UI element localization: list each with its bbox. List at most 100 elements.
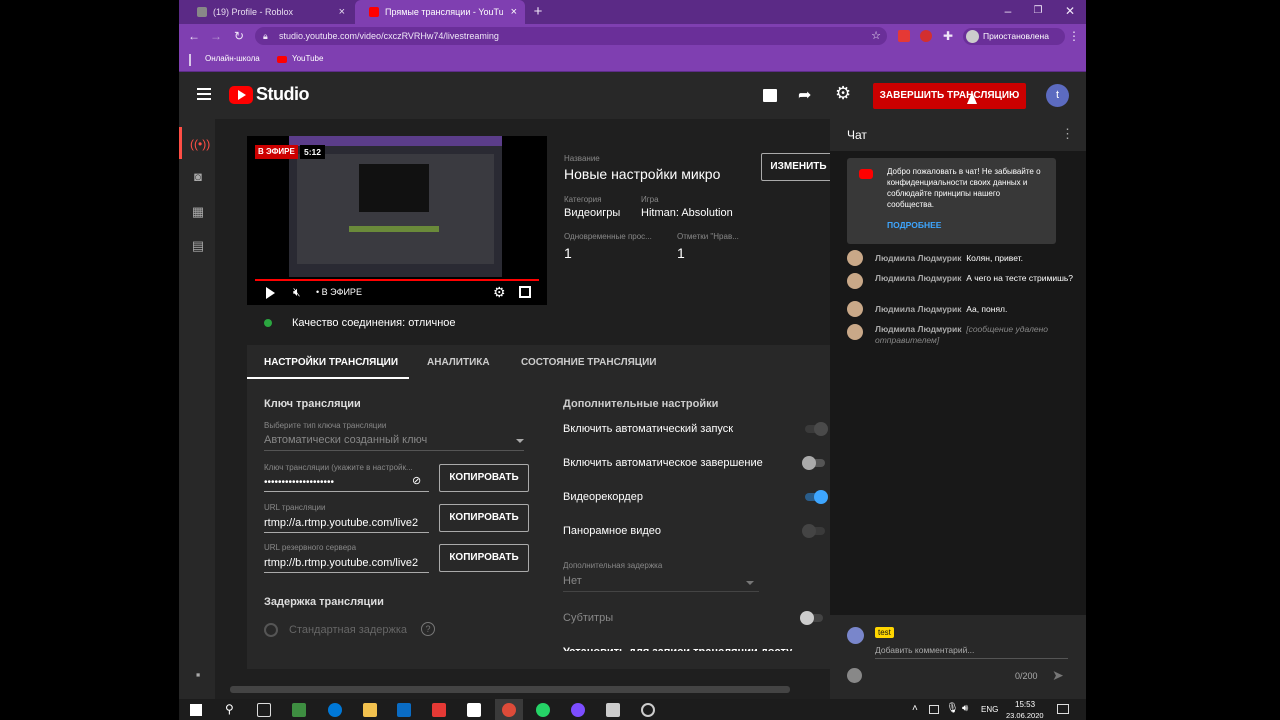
mail-icon[interactable] — [397, 703, 411, 717]
browser-window: (19) Profile - Roblox × Прямые трансляци… — [179, 0, 1086, 699]
edge-icon[interactable] — [328, 703, 342, 717]
emoji-icon[interactable] — [847, 668, 862, 683]
tab-stream-health[interactable]: СОСТОЯНИЕ ТРАНСЛЯЦИИ — [521, 357, 656, 368]
gear-icon[interactable]: ⚙ — [835, 83, 851, 104]
network-icon[interactable] — [929, 705, 939, 714]
tab-roblox[interactable]: (19) Profile - Roblox × — [183, 0, 353, 24]
chrome-icon[interactable] — [502, 703, 516, 717]
notepad-icon[interactable] — [467, 703, 481, 717]
delay-option-label: Стандартная задержка — [289, 624, 408, 636]
auto-stop-toggle[interactable] — [802, 456, 828, 470]
chat-input[interactable]: Добавить комментарий... — [875, 645, 974, 655]
calendar-icon[interactable]: ▦ — [190, 204, 206, 220]
reload-icon[interactable]: ↻ — [232, 29, 246, 43]
auto-stop-label: Включить автоматическое завершение — [563, 457, 763, 469]
back-icon[interactable]: ← — [187, 29, 201, 43]
help-icon[interactable]: ? — [421, 622, 435, 636]
close-window-icon[interactable]: ✕ — [1063, 4, 1077, 18]
star-icon[interactable]: ☆ — [871, 27, 881, 45]
tab-youtube[interactable]: Прямые трансляции - YouTube × — [355, 0, 525, 24]
end-stream-button[interactable]: ЗАВЕРШИТЬ ТРАНСЛЯЦИЮ — [873, 83, 1026, 109]
mute-icon[interactable]: 🔇︎ — [293, 285, 301, 300]
viber-icon[interactable] — [571, 703, 585, 717]
learn-more-link[interactable]: ПОДРОБНЕЕ — [887, 220, 941, 230]
settings-icon[interactable]: ⚙ — [493, 284, 506, 301]
explorer-icon[interactable] — [363, 703, 377, 717]
roblox-icon — [197, 7, 207, 17]
chat-panel: Чат ⋮ Добро пожаловать в чат! Не забывай… — [830, 119, 1086, 699]
video-preview[interactable]: В ЭФИРЕ 5:12 🔇︎ • В ЭФИРЕ ⚙ — [247, 136, 547, 305]
share-icon[interactable]: ➦ — [798, 85, 811, 105]
extension-icon[interactable] — [898, 30, 910, 42]
copy-key-button[interactable]: КОПИРОВАТЬ — [439, 464, 529, 492]
dropdown-arrow-icon[interactable] — [516, 439, 524, 443]
delay-radio[interactable] — [264, 623, 278, 637]
clock-time: 15:53 — [1015, 700, 1036, 709]
notification-icon[interactable] — [1057, 704, 1069, 714]
category-value: Видеоигры — [564, 207, 621, 219]
clapperboard-icon[interactable] — [763, 89, 777, 102]
tray-arrow-icon[interactable]: ˄ — [912, 703, 918, 714]
stream-key-field[interactable]: •••••••••••••••••••• — [264, 477, 334, 488]
edit-button[interactable]: ИЗМЕНИТЬ — [761, 153, 836, 181]
chat-menu-icon[interactable]: ⋮ — [1061, 126, 1074, 142]
windows-start-icon[interactable] — [190, 704, 202, 716]
bookmark-youtube[interactable]: YouTube — [292, 54, 323, 63]
stream-url-field[interactable]: rtmp://a.rtmp.youtube.com/live2 — [264, 517, 429, 529]
close-tab-icon[interactable]: × — [511, 0, 517, 24]
bookmark-online-school[interactable]: Онлайн-школа — [205, 54, 260, 63]
tab-stream-settings[interactable]: НАСТРОЙКИ ТРАНСЛЯЦИИ — [264, 357, 398, 368]
copy-backup-button[interactable]: КОПИРОВАТЬ — [439, 544, 529, 572]
task-view-icon[interactable] — [257, 703, 271, 717]
visibility-off-icon[interactable]: ⊘ — [412, 474, 421, 487]
extra-settings-heading: Дополнительные настройки — [563, 398, 719, 410]
subtitles-toggle[interactable] — [800, 611, 826, 625]
camera-icon[interactable]: ◙ — [190, 169, 206, 185]
obs-icon[interactable] — [641, 703, 655, 717]
account-avatar[interactable]: t — [1046, 84, 1069, 107]
dropdown-arrow-icon[interactable] — [746, 581, 754, 585]
address-toolbar: ← → ↻ 🔒︎ studio.youtube.com/video/cxczRV… — [179, 24, 1086, 48]
live-broadcast-icon[interactable]: ((•)) — [190, 136, 210, 152]
forward-icon[interactable]: → — [209, 29, 223, 43]
close-tab-icon[interactable]: × — [339, 0, 345, 24]
stream-title: Новые настройки микро — [564, 166, 721, 182]
fullscreen-icon[interactable] — [519, 286, 531, 298]
roblox-icon[interactable] — [606, 703, 620, 717]
dvr-toggle[interactable] — [802, 490, 828, 504]
copy-url-button[interactable]: КОПИРОВАТЬ — [439, 504, 529, 532]
microphone-icon[interactable]: 🎙︎ — [946, 703, 959, 714]
duration-badge: 5:12 — [300, 145, 326, 159]
hamburger-menu-icon[interactable] — [197, 88, 211, 100]
concurrent-viewers-label: Одновременные прос... — [564, 232, 652, 241]
language-indicator[interactable]: ENG — [981, 705, 998, 714]
volume-icon[interactable]: 🔊︎ — [962, 703, 968, 714]
new-tab-icon[interactable]: + — [531, 4, 545, 19]
auto-start-toggle[interactable] — [802, 422, 828, 436]
menu-dots-icon[interactable]: ⋮ — [1067, 29, 1081, 43]
restore-icon[interactable]: ❐ — [1031, 4, 1045, 18]
live-indicator[interactable]: • В ЭФИРЕ — [316, 287, 362, 297]
play-icon[interactable] — [266, 287, 275, 299]
yandex-icon[interactable] — [432, 703, 446, 717]
360-video-toggle[interactable] — [802, 524, 828, 538]
progress-bar[interactable] — [255, 279, 539, 281]
extension-icon[interactable] — [920, 30, 932, 42]
tab-analytics[interactable]: АНАЛИТИКА — [427, 357, 490, 368]
manage-icon[interactable]: ▤ — [190, 238, 206, 254]
extra-delay-select[interactable]: Нет — [563, 575, 582, 587]
feedback-icon[interactable]: ▪ — [190, 667, 206, 683]
backup-url-field[interactable]: rtmp://b.rtmp.youtube.com/live2 — [264, 557, 429, 569]
key-type-select[interactable]: Автоматически созданный ключ — [264, 434, 427, 446]
store-icon[interactable] — [292, 703, 306, 717]
puzzle-icon[interactable]: ✚ — [941, 29, 955, 43]
char-counter: 0/200 — [1015, 671, 1038, 681]
search-icon[interactable]: ⚲ — [225, 702, 234, 716]
profile-button[interactable]: Приостановлена — [963, 28, 1065, 45]
minimize-icon[interactable]: – — [1001, 4, 1015, 18]
url-field[interactable]: 🔒︎ studio.youtube.com/video/cxczRVRHw74/… — [255, 27, 887, 45]
youtube-logo-icon[interactable] — [229, 86, 253, 104]
horizontal-scrollbar[interactable] — [230, 686, 790, 693]
send-icon[interactable]: ➤ — [1052, 667, 1064, 684]
whatsapp-icon[interactable] — [536, 703, 550, 717]
